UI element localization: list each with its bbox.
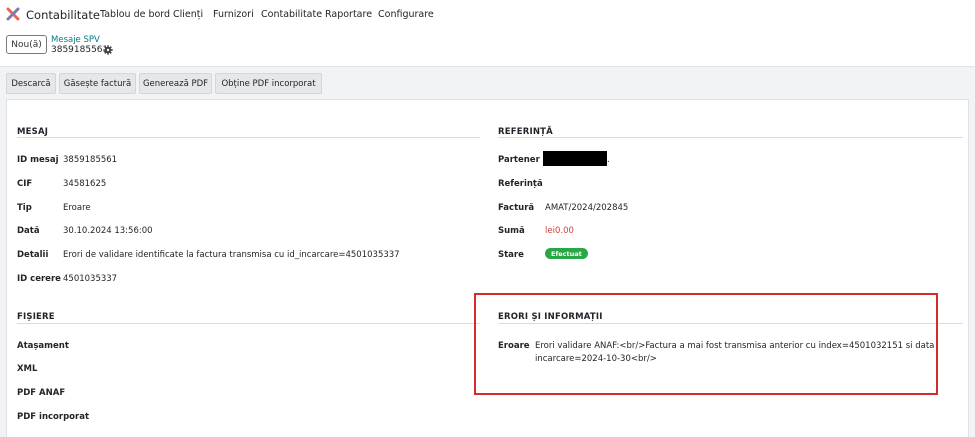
- menu-configuration[interactable]: Configurare: [378, 9, 434, 20]
- field-value-type[interactable]: Eroare: [63, 203, 91, 213]
- field-value-details[interactable]: Erori de validare identificate la factur…: [63, 250, 400, 260]
- status-badge: Efectuat: [545, 248, 588, 259]
- field-value-partner[interactable]: .: [607, 155, 610, 165]
- find-invoice-button[interactable]: Găsește factură: [59, 73, 136, 94]
- section-title-reference: REFERINȚĂ: [498, 127, 553, 137]
- field-label-details: Detalii: [17, 250, 49, 260]
- section-title-files: FIȘIERE: [17, 312, 55, 322]
- section-title-message: MESAJ: [17, 127, 49, 137]
- field-label-invoice: Factură: [498, 203, 535, 213]
- generate-pdf-button[interactable]: Generează PDF: [139, 73, 212, 94]
- breadcrumb-current-record: 3859185561: [51, 45, 109, 55]
- top-navbar: Contabilitate Tablou de bord Clienți Fur…: [0, 0, 975, 30]
- field-label-attachment: Atașament: [17, 341, 69, 351]
- menu-reporting[interactable]: Raportare: [325, 9, 372, 20]
- redacted-partner-name: [543, 151, 607, 166]
- field-label-request-id: ID cerere: [17, 274, 61, 284]
- section-divider: [17, 323, 480, 324]
- get-embedded-pdf-button[interactable]: Obține PDF incorporat: [215, 73, 322, 94]
- new-record-button[interactable]: Nou(ă): [6, 35, 47, 54]
- field-label-state: Stare: [498, 250, 524, 260]
- field-label-embedded-pdf: PDF incorporat: [17, 412, 90, 422]
- field-value-amount[interactable]: lei0.00: [545, 226, 574, 236]
- field-value-invoice[interactable]: AMAT/2024/202845: [545, 203, 628, 213]
- section-divider: [498, 137, 963, 138]
- field-label-cif: CIF: [17, 179, 33, 189]
- field-label-reference: Referință: [498, 179, 543, 189]
- menu-dashboard[interactable]: Tablou de bord: [100, 9, 170, 20]
- section-divider: [17, 137, 480, 138]
- gear-icon[interactable]: [103, 45, 113, 55]
- menu-suppliers[interactable]: Furnizori: [213, 9, 254, 20]
- menu-clients[interactable]: Clienți: [173, 9, 203, 20]
- field-value-date[interactable]: 30.10.2024 13:56:00: [63, 226, 153, 236]
- field-label-message-id: ID mesaj: [17, 155, 59, 165]
- field-label-xml: XML: [17, 364, 38, 374]
- field-label-type: Tip: [17, 203, 32, 213]
- field-value-message-id[interactable]: 3859185561: [63, 155, 117, 165]
- field-label-pdf-anaf: PDF ANAF: [17, 388, 66, 398]
- download-button[interactable]: Descarcă: [6, 73, 56, 94]
- breadcrumb-parent-link[interactable]: Mesaje SPV: [51, 35, 100, 45]
- field-label-date: Dată: [17, 226, 40, 236]
- annotation-highlight-box: [474, 293, 938, 395]
- accounting-app-icon[interactable]: [6, 7, 20, 21]
- field-value-cif[interactable]: 34581625: [63, 179, 106, 189]
- field-label-partner: Partener: [498, 155, 540, 165]
- app-title[interactable]: Contabilitate: [26, 8, 100, 22]
- field-label-amount: Sumă: [498, 226, 525, 236]
- menu-accounting[interactable]: Contabilitate: [261, 9, 322, 20]
- field-value-request-id[interactable]: 4501035337: [63, 274, 117, 284]
